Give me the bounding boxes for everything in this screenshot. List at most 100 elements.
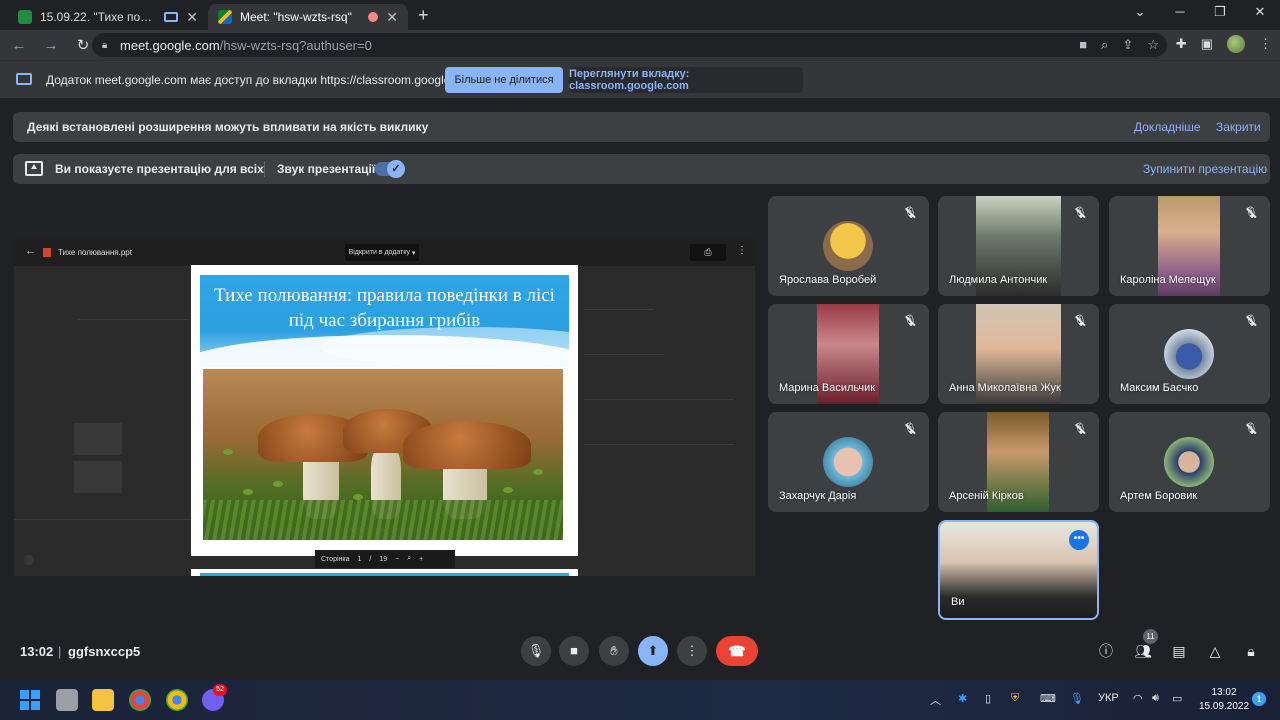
- hand-icon: ✋︎: [610, 643, 618, 658]
- microphone-tray-icon[interactable]: 🎙︎: [1070, 692, 1084, 705]
- notice-text: Деякі встановлені розширення можуть впли…: [27, 120, 429, 134]
- stop-sharing-button[interactable]: Більше не ділитися: [445, 67, 563, 93]
- participant-tile[interactable]: 🎙︎ Ярослава Воробей: [768, 196, 929, 296]
- usb-icon[interactable]: ▯: [985, 692, 991, 705]
- language-indicator[interactable]: УКР: [1098, 692, 1119, 704]
- microphone-button[interactable]: 🎙︎: [521, 636, 551, 666]
- shared-screen: ← Тихе полювання.ppt Відкрити в додатку …: [14, 239, 755, 576]
- tab-meet[interactable]: Meet: "hsw-wzts-rsq" ✕: [208, 4, 408, 30]
- recording-icon: [368, 12, 379, 22]
- chat-icon[interactable]: ▤: [1170, 642, 1188, 660]
- volume-icon[interactable]: 🔊︎: [1152, 692, 1159, 705]
- presentation-audio-toggle[interactable]: ✓: [375, 160, 405, 178]
- share-icon[interactable]: ⇪: [1122, 37, 1133, 53]
- separator: |: [58, 644, 62, 659]
- open-with-button[interactable]: Відкрити в додатку ▾: [345, 244, 419, 261]
- window-controls: ⌄ ─ ❐ ✕: [1120, 4, 1280, 20]
- lock-icon: 🔒︎: [102, 40, 108, 51]
- activities-icon[interactable]: △: [1206, 642, 1224, 660]
- bookmark-star-icon[interactable]: ☆: [1147, 37, 1159, 53]
- show-hidden-icons[interactable]: ︿: [930, 692, 941, 708]
- zoom-in-icon[interactable]: +: [419, 556, 423, 563]
- background-line: [584, 354, 664, 355]
- participant-tile[interactable]: 🎙︎ Кароліна Мелещук: [1109, 196, 1270, 296]
- url-domain: meet.google.com: [120, 37, 220, 53]
- meeting-code: ggfsnxccp5: [68, 644, 141, 659]
- participant-tile[interactable]: 🎙︎ Анна Миколаївна Жук: [938, 304, 1099, 404]
- print-icon[interactable]: ⎙: [690, 244, 726, 261]
- side-panel-icon[interactable]: ▣: [1201, 36, 1213, 52]
- camera-icon[interactable]: ■: [1079, 37, 1087, 53]
- forward-icon[interactable]: →: [38, 37, 64, 54]
- defender-icon[interactable]: ⛨: [1011, 692, 1019, 705]
- more-options-icon[interactable]: •••: [1069, 530, 1089, 550]
- browser-tab-strip: 15.09.22. "Тихе полювання" ✕ Meet: "hsw-…: [0, 0, 1280, 30]
- raise-hand-button[interactable]: ✋︎: [599, 636, 629, 666]
- zoom-out-icon[interactable]: −: [395, 556, 399, 563]
- end-call-button[interactable]: ☎︎: [716, 636, 758, 666]
- participant-tile[interactable]: 🎙︎ Арсеній Кірков: [938, 412, 1099, 512]
- profile-avatar[interactable]: [1227, 35, 1245, 53]
- url-path: /hsw-wzts-rsq?authuser=0: [219, 37, 372, 53]
- chrome-icon[interactable]: [129, 689, 151, 711]
- camera-button[interactable]: ■: [559, 636, 589, 666]
- leaf: [223, 449, 233, 455]
- zoom-icon[interactable]: ⌕: [407, 555, 411, 563]
- moss-grass: [203, 500, 563, 540]
- extensions-icon[interactable]: ✚: [1176, 36, 1187, 52]
- windows-taskbar: 52 ︿ ✱ ▯ ⛨ ⌨ 🎙︎ УКР ◠ 🔊︎ ▭ 13:02 15.09.2…: [0, 680, 1280, 720]
- wifi-icon[interactable]: ◠: [1133, 692, 1143, 705]
- clock[interactable]: 13:02 15.09.2022: [1196, 686, 1252, 714]
- close-notice-link[interactable]: Закрити: [1216, 120, 1261, 134]
- self-view-tile[interactable]: ••• Ви: [938, 520, 1099, 620]
- participant-tile[interactable]: 🎙︎ Артем Боровик: [1109, 412, 1270, 512]
- start-icon[interactable]: [20, 690, 40, 710]
- maximize-icon[interactable]: ❐: [1200, 4, 1240, 20]
- meet-icon: [218, 10, 232, 24]
- chrome-icon[interactable]: [166, 689, 188, 711]
- meeting-time: 13:02: [20, 644, 54, 659]
- participant-tile[interactable]: 🎙︎ Захарчук Дарія: [768, 412, 929, 512]
- background-line: [584, 444, 734, 445]
- view-tab-button[interactable]: Переглянути вкладку: classroom.google.co…: [569, 67, 803, 93]
- mic-off-icon: 🎙︎: [903, 423, 917, 435]
- present-button[interactable]: ⬆: [638, 636, 668, 666]
- learn-more-link[interactable]: Докладніше: [1134, 120, 1201, 134]
- leaf: [533, 469, 543, 475]
- url-input[interactable]: 🔒︎ meet.google.com /hsw-wzts-rsq?authuse…: [92, 33, 1167, 57]
- close-tab-icon[interactable]: ✕: [186, 9, 198, 26]
- stop-presenting-link[interactable]: Зупинити презентацію: [1143, 162, 1267, 176]
- notification-badge[interactable]: 1: [1252, 692, 1266, 706]
- participant-tile[interactable]: 🎙︎ Людмила Антончик: [938, 196, 1099, 296]
- tab-search-icon[interactable]: ⌄: [1120, 4, 1160, 20]
- meeting-info-icon[interactable]: ⓘ: [1097, 642, 1115, 660]
- tab-classroom[interactable]: 15.09.22. "Тихе полювання" ✕: [8, 4, 208, 30]
- participant-tile[interactable]: 🎙︎ Максим Баєчко: [1109, 304, 1270, 404]
- battery-icon[interactable]: ▭: [1172, 692, 1182, 705]
- task-view-icon[interactable]: [56, 689, 78, 711]
- current-page[interactable]: 1: [358, 556, 362, 563]
- close-tab-icon[interactable]: ✕: [386, 9, 398, 26]
- participant-tile[interactable]: 🎙︎ Марина Васильчик: [768, 304, 929, 404]
- screen-share-icon: [164, 12, 179, 22]
- keyboard-icon[interactable]: ⌨: [1040, 692, 1056, 705]
- help-icon: [24, 555, 34, 565]
- back-arrow-icon[interactable]: ←: [25, 245, 36, 257]
- people-icon[interactable]: 👥︎: [1134, 642, 1152, 660]
- meeting-controls: 13:02 | ggfsnxccp5 🎙︎ ■ ✋︎ ⬆ ⋮ ☎︎ ⓘ 👥︎ 1…: [0, 628, 1280, 680]
- next-slide-preview: [191, 569, 578, 576]
- close-window-icon[interactable]: ✕: [1240, 4, 1280, 20]
- more-options-button[interactable]: ⋮: [677, 636, 707, 666]
- back-icon[interactable]: ←: [6, 37, 32, 54]
- browser-menu-icon[interactable]: ⋮: [1259, 36, 1272, 52]
- more-icon: ⋮: [685, 643, 699, 658]
- zoom-icon[interactable]: ⌕: [1101, 37, 1108, 53]
- minimize-icon[interactable]: ─: [1160, 4, 1200, 20]
- viber-badge: 52: [213, 684, 227, 696]
- bluetooth-icon[interactable]: ✱: [958, 692, 967, 705]
- host-controls-icon[interactable]: 🔒︎: [1242, 642, 1260, 660]
- new-tab-button[interactable]: +: [418, 5, 429, 26]
- more-icon[interactable]: ⋮: [737, 245, 747, 256]
- participant-name: Ви: [951, 596, 965, 608]
- file-explorer-icon[interactable]: [92, 689, 114, 711]
